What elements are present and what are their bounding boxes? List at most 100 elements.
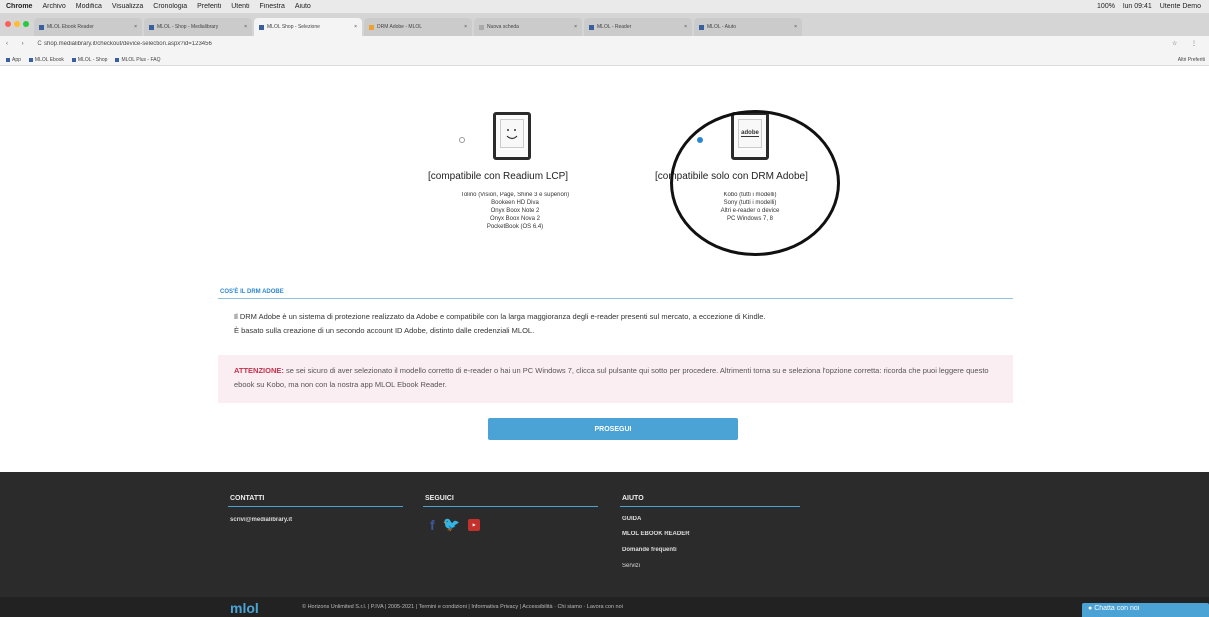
ereader-screen bbox=[500, 119, 524, 148]
warning-box: ATTENZIONE: se sei sicuro di aver selezi… bbox=[218, 355, 1013, 403]
chat-label: Chatta con noi bbox=[1094, 605, 1140, 612]
help-link[interactable]: Servizi bbox=[622, 563, 640, 569]
browser-tab[interactable]: MLOL Ebook Reader × bbox=[34, 18, 142, 36]
bookmarks-bar: App MLOL Ebook MLOL - Shop MLOL Plus - F… bbox=[0, 54, 1209, 66]
close-tab-icon[interactable]: × bbox=[794, 24, 797, 30]
youtube-icon[interactable]: ▶ bbox=[468, 518, 481, 531]
radio-lcp[interactable] bbox=[459, 137, 465, 143]
tab-label: MLOL - Aiuto bbox=[707, 24, 736, 30]
close-tab-icon[interactable]: × bbox=[134, 24, 137, 30]
footer-divider bbox=[228, 506, 403, 507]
lcp-device-list: Tolino (Vision, Page, Shine 3 e superior… bbox=[390, 191, 640, 231]
bookmark-item[interactable]: MLOL Plus - FAQ bbox=[115, 57, 160, 63]
follow-title: SEGUICI bbox=[425, 495, 454, 502]
bookmarks-list: App MLOL Ebook MLOL - Shop MLOL Plus - F… bbox=[6, 57, 160, 63]
contacts-title: CONTATTI bbox=[230, 495, 265, 502]
footer-divider bbox=[620, 506, 800, 507]
browser-tab-strip: MLOL Ebook Reader × MLOL - Shop - Mediali… bbox=[0, 14, 1209, 36]
close-window-button[interactable] bbox=[5, 21, 11, 27]
lcp-device: Tolino (Vision, Page, Shine 3 e superior… bbox=[460, 192, 570, 198]
menu-item-app[interactable]: Chrome bbox=[6, 3, 32, 10]
footer-bottom-bar: mlol © Horizons Unlimited S.r.l. | P.IVA… bbox=[0, 597, 1209, 617]
site-footer: CONTATTI scrivi@medialibrary.it SEGUICI … bbox=[0, 472, 1209, 617]
browser-tab[interactable]: DRM Adobe - MLOL × bbox=[364, 18, 472, 36]
footer-divider bbox=[423, 506, 598, 507]
lcp-device: Onyx Boox Note 2 bbox=[490, 208, 540, 214]
favicon-icon bbox=[699, 24, 704, 30]
help-link[interactable]: Domande frequenti bbox=[622, 547, 677, 553]
clock: lun 09:41 bbox=[1122, 3, 1152, 10]
browser-tab[interactable]: MLOL - Aiuto × bbox=[694, 18, 802, 36]
address-bar-input[interactable]: shop.medialibrary.it/checkout/device-sel… bbox=[44, 41, 212, 47]
warning-text: ATTENZIONE: se sei sicuro di aver selezi… bbox=[234, 364, 1004, 392]
menu-item-help[interactable]: Aiuto bbox=[295, 3, 311, 10]
other-bookmarks[interactable]: Altri Preferiti bbox=[1178, 57, 1205, 63]
drm-description: Il DRM Adobe è un sistema di protezione … bbox=[234, 310, 1009, 338]
maximize-window-button[interactable] bbox=[23, 21, 29, 27]
warning-body: se sei sicuro di aver selezionato il mod… bbox=[234, 366, 989, 389]
os-status-area: 100% lun 09:41 Utente Demo bbox=[1097, 3, 1201, 10]
menu-item-history[interactable]: Cronologia bbox=[153, 3, 187, 10]
facebook-icon[interactable]: f bbox=[430, 517, 435, 533]
favicon-icon bbox=[259, 24, 264, 30]
help-link[interactable]: MLOL EBOOK READER bbox=[622, 531, 690, 537]
close-tab-icon[interactable]: × bbox=[464, 24, 467, 30]
menu-item-people[interactable]: Utenti bbox=[231, 3, 249, 10]
tab-label: Nuova scheda bbox=[487, 24, 519, 30]
smiley-icon bbox=[506, 128, 518, 139]
browser-tabs: MLOL Ebook Reader × MLOL - Shop - Mediali… bbox=[34, 18, 802, 36]
help-link[interactable]: GUIDA bbox=[622, 516, 641, 522]
drm-text-line: Il DRM Adobe è un sistema di protezione … bbox=[234, 312, 766, 321]
close-tab-icon[interactable]: × bbox=[354, 24, 357, 30]
tab-label: MLOL - Reader bbox=[597, 24, 632, 30]
chat-widget-button[interactable]: ● Chatta con noi bbox=[1082, 603, 1209, 617]
favicon-icon bbox=[589, 24, 594, 30]
browser-tab[interactable]: Nuova scheda × bbox=[474, 18, 582, 36]
warning-label: ATTENZIONE: bbox=[234, 366, 284, 375]
ereader-lcp-icon[interactable] bbox=[493, 112, 531, 160]
browser-tab[interactable]: MLOL - Reader × bbox=[584, 18, 692, 36]
proceed-button[interactable]: PROSEGUI bbox=[488, 418, 738, 440]
lcp-title: [compatibile con Readium LCP] bbox=[428, 171, 569, 182]
browser-toolbar: ‹ › C shop.medialibrary.it/checkout/devi… bbox=[0, 36, 1209, 54]
menu-item-file[interactable]: Archivo bbox=[42, 3, 65, 10]
social-links: f 🐦 ▶ bbox=[430, 516, 481, 533]
tab-label: MLOL - Shop - Medialibrary bbox=[157, 24, 219, 30]
menu-item-bookmarks[interactable]: Preferiti bbox=[197, 3, 221, 10]
user-name[interactable]: Utente Demo bbox=[1160, 3, 1201, 10]
favicon-icon bbox=[39, 24, 44, 30]
menu-item-view[interactable]: Visualizza bbox=[112, 3, 143, 10]
bookmark-item[interactable]: App bbox=[6, 57, 21, 63]
help-title: AIUTO bbox=[622, 495, 644, 502]
os-menu-bar: Chrome Archivo Modifica Visualizza Crono… bbox=[0, 0, 1209, 14]
bookmark-item[interactable]: MLOL Ebook bbox=[29, 57, 64, 63]
favicon-icon bbox=[479, 24, 484, 30]
lcp-device: Onyx Boox Nova 2 bbox=[489, 216, 541, 222]
drm-text-line: È basato sulla creazione di un secondo a… bbox=[234, 326, 535, 335]
close-tab-icon[interactable]: × bbox=[244, 24, 247, 30]
browser-tab[interactable]: MLOL - Shop - Medialibrary × bbox=[144, 18, 252, 36]
copyright-text: © Horizons Unlimited S.r.l. | P.IVA | 20… bbox=[302, 604, 623, 610]
favicon-icon bbox=[369, 24, 374, 30]
drm-divider bbox=[218, 298, 1013, 299]
menu-item-window[interactable]: Finestra bbox=[260, 3, 285, 10]
page-content: [compatibile con Readium LCP] Tolino (Vi… bbox=[0, 67, 1209, 472]
minimize-window-button[interactable] bbox=[14, 21, 20, 27]
nav-buttons[interactable]: ‹ › C bbox=[6, 41, 48, 47]
contacts-email[interactable]: scrivi@medialibrary.it bbox=[230, 517, 292, 523]
bookmark-item[interactable]: MLOL - Shop bbox=[72, 57, 108, 63]
annotation-circle bbox=[670, 110, 840, 256]
menu-item-edit[interactable]: Modifica bbox=[76, 3, 102, 10]
favicon-icon bbox=[149, 24, 154, 30]
browser-tab-active[interactable]: MLOL Shop - Selezione × bbox=[254, 18, 362, 36]
browser-tools[interactable]: ☆ ⋮ bbox=[1172, 40, 1203, 47]
lcp-device: PocketBook (OS 6.4) bbox=[486, 224, 544, 230]
twitter-icon[interactable]: 🐦 bbox=[443, 516, 460, 533]
mlol-logo[interactable]: mlol bbox=[230, 600, 259, 616]
os-menu-items: Chrome Archivo Modifica Visualizza Crono… bbox=[6, 3, 311, 10]
close-tab-icon[interactable]: × bbox=[684, 24, 687, 30]
tab-label: MLOL Ebook Reader bbox=[47, 24, 94, 30]
battery-status: 100% bbox=[1097, 3, 1115, 10]
close-tab-icon[interactable]: × bbox=[574, 24, 577, 30]
tab-label: MLOL Shop - Selezione bbox=[267, 24, 320, 30]
